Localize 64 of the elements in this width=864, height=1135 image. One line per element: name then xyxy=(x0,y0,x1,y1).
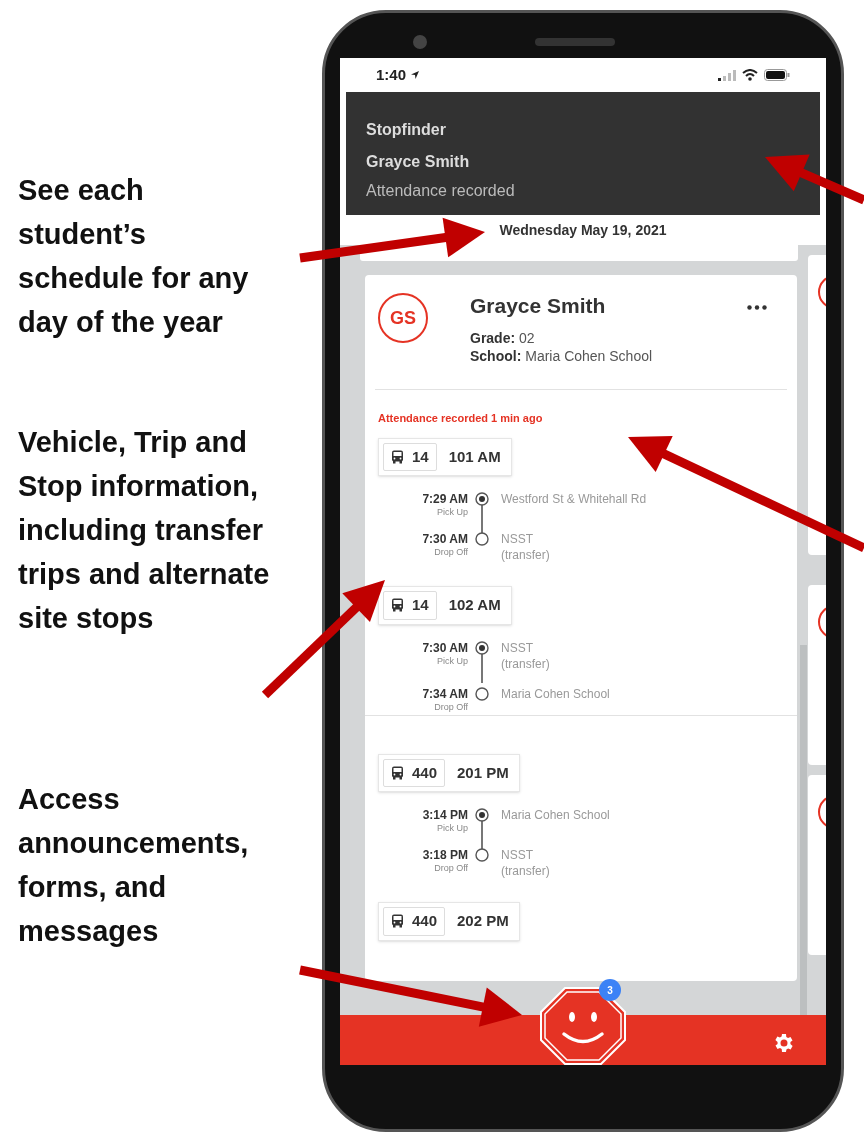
trip-name: 202 PM xyxy=(457,911,510,931)
trip-header[interactable]: 14 102 AM xyxy=(378,586,512,625)
stop-place: Westford St & Whitehall Rd xyxy=(501,492,647,506)
battery-icon xyxy=(764,69,790,81)
status-time: 1:40 xyxy=(376,64,407,85)
trip-name: 101 AM xyxy=(448,446,502,467)
annotation-text: Vehicle, Trip and Stop information, including transfer trips and alternate site stops xyxy=(18,425,271,636)
stop-place: Maria Cohen School xyxy=(501,808,610,822)
stop-time: 7:29 AM xyxy=(422,492,468,506)
notification-app: Stopfinder xyxy=(366,120,447,140)
trip-name: 201 PM xyxy=(457,762,510,783)
date-label[interactable]: Wednesday May 19, 2021 xyxy=(340,215,826,245)
stop-action: Drop Off xyxy=(434,546,468,558)
dropoff-marker-icon xyxy=(475,532,489,546)
bus-icon xyxy=(391,765,404,780)
stop-action: Pick Up xyxy=(437,506,468,518)
stop-action: Pick Up xyxy=(437,654,468,667)
stop-time: 3:18 PM xyxy=(422,848,468,862)
dropoff-marker-icon xyxy=(475,848,489,862)
bus-number: 440 xyxy=(383,907,446,936)
student-avatar: GS xyxy=(378,293,428,343)
bus-icon xyxy=(391,914,404,929)
stop-place: Maria Cohen School xyxy=(501,686,610,701)
grade-text: Grade: 02 xyxy=(470,329,536,347)
bus-icon xyxy=(391,598,404,613)
school-text: School: Maria Cohen School xyxy=(470,347,653,365)
annotation-text: Access announcements, forms, and messages xyxy=(18,782,250,949)
stop-action: Drop Off xyxy=(434,862,468,874)
trip-header[interactable]: 14 101 AM xyxy=(378,437,512,476)
notification-banner[interactable]: Stopfinder Grayce Smith Attendance recorded xyxy=(346,92,820,215)
stop-time: 3:14 PM xyxy=(422,808,468,822)
student-name: Grayce Smith xyxy=(470,293,607,319)
stop-time: 7:30 AM xyxy=(422,640,468,655)
notification-message: Attendance recorded xyxy=(366,181,516,201)
more-options-icon[interactable] xyxy=(747,305,767,310)
attendance-status: Attendance recorded 1 min ago xyxy=(378,411,544,426)
stop-note: (transfer) xyxy=(501,655,550,673)
smiling-stop-sign-icon[interactable] xyxy=(540,987,626,1065)
bus-icon xyxy=(391,449,404,464)
stop-action: Drop Off xyxy=(434,700,468,713)
stop-place: NSST xyxy=(501,848,534,862)
stop-time: 7:30 AM xyxy=(422,532,468,546)
stop-action: Pick Up xyxy=(437,822,468,834)
location-arrow-icon xyxy=(410,70,421,80)
pickup-marker-icon xyxy=(475,808,489,822)
pickup-marker-icon xyxy=(475,492,489,506)
stop-note: (transfer) xyxy=(501,863,550,880)
bus-number: 14 xyxy=(383,591,437,620)
stop-place: NSST xyxy=(501,640,534,655)
pickup-marker-icon xyxy=(475,640,489,655)
trip-name: 102 AM xyxy=(448,595,502,615)
wifi-icon xyxy=(742,69,758,81)
trip-header[interactable]: 440 202 PM xyxy=(378,902,520,941)
camera-lens xyxy=(413,35,427,49)
dropoff-marker-icon xyxy=(475,686,489,701)
stop-place: NSST xyxy=(501,532,534,546)
notification-title: Grayce Smith xyxy=(366,152,471,172)
bus-number: 14 xyxy=(383,442,437,471)
signal-icon xyxy=(718,69,736,81)
stop-time: 7:34 AM xyxy=(422,686,468,701)
bus-number: 440 xyxy=(383,758,446,787)
stop-note: (transfer) xyxy=(501,547,550,564)
annotation-text: See each student’s schedule for any day of the year xyxy=(18,173,250,340)
trip-header[interactable]: 440 201 PM xyxy=(378,753,520,792)
